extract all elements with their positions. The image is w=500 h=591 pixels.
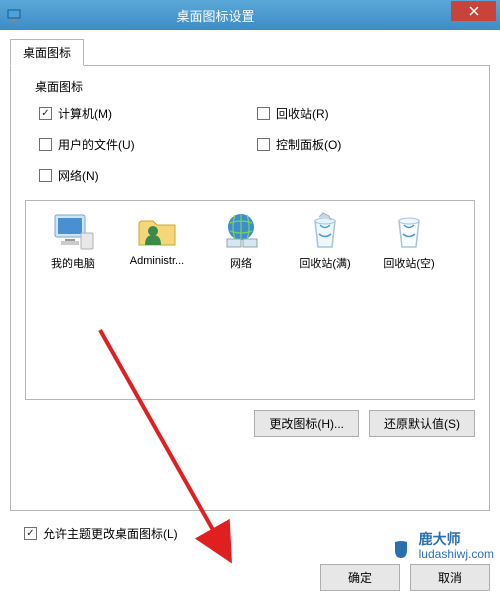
- icon-label: 回收站(空): [368, 255, 450, 271]
- tab-content: 桌面图标 计算机(M) 回收站(R) 用户的文件(U) 控制面板(O) 网络(N…: [10, 65, 490, 511]
- watermark-url: ludashiwj.com: [419, 548, 494, 561]
- checkbox-label: 回收站(R): [276, 105, 329, 122]
- checkbox-label: 计算机(M): [58, 105, 112, 122]
- restore-default-button[interactable]: 还原默认值(S): [369, 410, 475, 437]
- tab-desktop-icons[interactable]: 桌面图标: [10, 39, 84, 66]
- ok-button[interactable]: 确定: [320, 564, 400, 591]
- checkbox-grid: 计算机(M) 回收站(R) 用户的文件(U) 控制面板(O) 网络(N): [39, 105, 475, 184]
- checkbox-allow-themes[interactable]: 允许主题更改桌面图标(L): [24, 525, 490, 542]
- checkbox-userfiles[interactable]: 用户的文件(U): [39, 136, 257, 153]
- preview-user-folder[interactable]: Administr...: [116, 211, 198, 267]
- dialog-button-row: 确定 取消: [10, 564, 490, 591]
- checkbox-input[interactable]: [257, 107, 270, 120]
- checkbox-network[interactable]: 网络(N): [39, 167, 257, 184]
- user-folder-icon: [133, 211, 181, 251]
- close-button[interactable]: [451, 1, 496, 21]
- icon-preview-list: 我的电脑 Administr... 网络 回收站(满): [25, 200, 475, 400]
- checkbox-label: 用户的文件(U): [58, 136, 135, 153]
- cancel-button[interactable]: 取消: [410, 564, 490, 591]
- tab-strip: 桌面图标: [10, 38, 490, 65]
- network-icon: [217, 211, 265, 251]
- checkbox-recycle[interactable]: 回收站(R): [257, 105, 475, 122]
- checkbox-label: 允许主题更改桌面图标(L): [43, 525, 178, 542]
- change-icon-button[interactable]: 更改图标(H)...: [254, 410, 359, 437]
- checkbox-input[interactable]: [257, 138, 270, 151]
- preview-recycle-full[interactable]: 回收站(满): [284, 211, 366, 271]
- title-bar: 桌面图标设置: [0, 0, 500, 30]
- recycle-empty-icon: [385, 211, 433, 251]
- checkbox-input[interactable]: [39, 169, 52, 182]
- preview-network[interactable]: 网络: [200, 211, 282, 271]
- icon-button-row: 更改图标(H)... 还原默认值(S): [25, 410, 475, 437]
- checkbox-input[interactable]: [39, 138, 52, 151]
- checkbox-input[interactable]: [24, 527, 37, 540]
- checkbox-label: 控制面板(O): [276, 136, 341, 153]
- checkbox-computer[interactable]: 计算机(M): [39, 105, 257, 122]
- recycle-full-icon: [301, 211, 349, 251]
- checkbox-label: 网络(N): [58, 167, 99, 184]
- app-icon: [6, 7, 22, 23]
- group-heading: 桌面图标: [35, 78, 475, 95]
- dialog-body: 桌面图标 桌面图标 计算机(M) 回收站(R) 用户的文件(U) 控制面板(O): [0, 30, 500, 565]
- icon-label: 我的电脑: [32, 255, 114, 271]
- window-title: 桌面图标设置: [30, 6, 401, 25]
- preview-recycle-empty[interactable]: 回收站(空): [368, 211, 450, 271]
- icon-label: Administr...: [116, 255, 198, 267]
- checkbox-input[interactable]: [39, 107, 52, 120]
- icon-label: 回收站(满): [284, 255, 366, 271]
- checkbox-control-panel[interactable]: 控制面板(O): [257, 136, 475, 153]
- computer-icon: [49, 211, 97, 251]
- preview-computer[interactable]: 我的电脑: [32, 211, 114, 271]
- icon-label: 网络: [200, 255, 282, 271]
